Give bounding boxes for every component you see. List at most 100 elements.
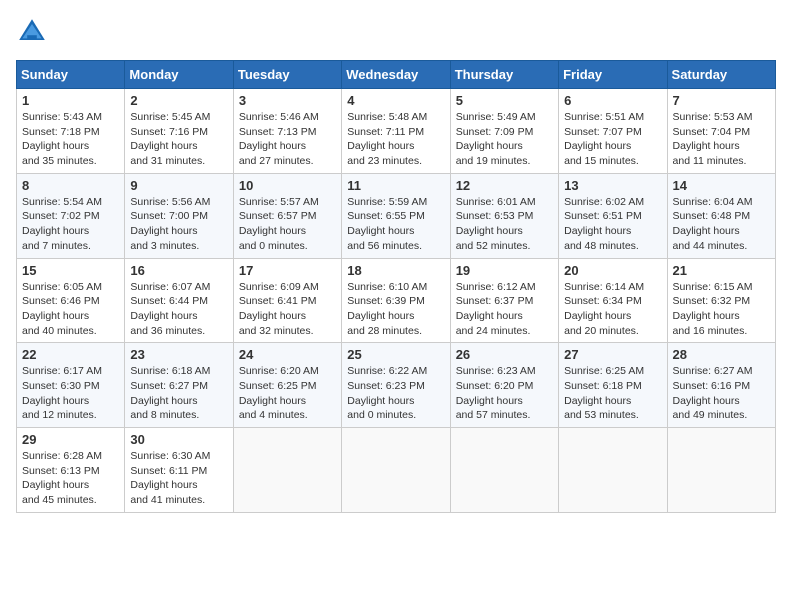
day-info: Sunrise: 6:07 AMSunset: 6:44 PMDaylight … bbox=[130, 281, 210, 337]
calendar-cell: 13 Sunrise: 6:02 AMSunset: 6:51 PMDayligh… bbox=[559, 173, 667, 258]
day-number: 9 bbox=[130, 178, 227, 193]
day-number: 25 bbox=[347, 347, 444, 362]
day-number: 4 bbox=[347, 93, 444, 108]
day-info: Sunrise: 6:27 AMSunset: 6:16 PMDaylight … bbox=[673, 365, 753, 421]
calendar-cell: 21 Sunrise: 6:15 AMSunset: 6:32 PMDayligh… bbox=[667, 258, 775, 343]
calendar-cell: 23 Sunrise: 6:18 AMSunset: 6:27 PMDayligh… bbox=[125, 343, 233, 428]
day-number: 24 bbox=[239, 347, 336, 362]
day-number: 2 bbox=[130, 93, 227, 108]
day-info: Sunrise: 6:30 AMSunset: 6:11 PMDaylight … bbox=[130, 450, 210, 506]
calendar-cell: 2 Sunrise: 5:45 AMSunset: 7:16 PMDaylight… bbox=[125, 89, 233, 174]
day-info: Sunrise: 5:49 AMSunset: 7:09 PMDaylight … bbox=[456, 111, 536, 167]
calendar-cell: 18 Sunrise: 6:10 AMSunset: 6:39 PMDayligh… bbox=[342, 258, 450, 343]
day-number: 19 bbox=[456, 263, 553, 278]
day-info: Sunrise: 6:17 AMSunset: 6:30 PMDaylight … bbox=[22, 365, 102, 421]
day-info: Sunrise: 5:51 AMSunset: 7:07 PMDaylight … bbox=[564, 111, 644, 167]
day-info: Sunrise: 6:09 AMSunset: 6:41 PMDaylight … bbox=[239, 281, 319, 337]
day-info: Sunrise: 6:14 AMSunset: 6:34 PMDaylight … bbox=[564, 281, 644, 337]
day-info: Sunrise: 6:15 AMSunset: 6:32 PMDaylight … bbox=[673, 281, 753, 337]
day-info: Sunrise: 6:01 AMSunset: 6:53 PMDaylight … bbox=[456, 196, 536, 252]
day-number: 10 bbox=[239, 178, 336, 193]
weekday-header: Sunday bbox=[17, 61, 125, 89]
calendar-cell: 4 Sunrise: 5:48 AMSunset: 7:11 PMDaylight… bbox=[342, 89, 450, 174]
day-number: 3 bbox=[239, 93, 336, 108]
calendar-cell: 16Sunrise: 6:07 AMSunset: 6:44 PMDayligh… bbox=[125, 258, 233, 343]
calendar-cell: 14 Sunrise: 6:04 AMSunset: 6:48 PMDayligh… bbox=[667, 173, 775, 258]
calendar-cell: 3 Sunrise: 5:46 AMSunset: 7:13 PMDaylight… bbox=[233, 89, 341, 174]
day-number: 27 bbox=[564, 347, 661, 362]
day-number: 5 bbox=[456, 93, 553, 108]
calendar-cell: 24 Sunrise: 6:20 AMSunset: 6:25 PMDayligh… bbox=[233, 343, 341, 428]
day-info: Sunrise: 5:45 AMSunset: 7:16 PMDaylight … bbox=[130, 111, 210, 167]
day-info: Sunrise: 5:43 AMSunset: 7:18 PMDaylight … bbox=[22, 111, 102, 167]
day-info: Sunrise: 6:18 AMSunset: 6:27 PMDaylight … bbox=[130, 365, 210, 421]
day-number: 28 bbox=[673, 347, 770, 362]
calendar-cell: 17 Sunrise: 6:09 AMSunset: 6:41 PMDayligh… bbox=[233, 258, 341, 343]
logo-icon bbox=[16, 16, 48, 48]
day-info: Sunrise: 6:23 AMSunset: 6:20 PMDaylight … bbox=[456, 365, 536, 421]
day-info: Sunrise: 5:54 AMSunset: 7:02 PMDaylight … bbox=[22, 196, 102, 252]
weekday-header: Saturday bbox=[667, 61, 775, 89]
day-info: Sunrise: 6:04 AMSunset: 6:48 PMDaylight … bbox=[673, 196, 753, 252]
calendar-cell: 12 Sunrise: 6:01 AMSunset: 6:53 PMDayligh… bbox=[450, 173, 558, 258]
day-number: 12 bbox=[456, 178, 553, 193]
calendar-cell: 27 Sunrise: 6:25 AMSunset: 6:18 PMDayligh… bbox=[559, 343, 667, 428]
day-number: 11 bbox=[347, 178, 444, 193]
page-header bbox=[16, 16, 776, 48]
day-info: Sunrise: 5:46 AMSunset: 7:13 PMDaylight … bbox=[239, 111, 319, 167]
calendar-cell: 22 Sunrise: 6:17 AMSunset: 6:30 PMDayligh… bbox=[17, 343, 125, 428]
day-number: 13 bbox=[564, 178, 661, 193]
day-number: 23 bbox=[130, 347, 227, 362]
day-number: 7 bbox=[673, 93, 770, 108]
calendar-table: SundayMondayTuesdayWednesdayThursdayFrid… bbox=[16, 60, 776, 513]
day-number: 22 bbox=[22, 347, 119, 362]
calendar-cell: 15 Sunrise: 6:05 AMSunset: 6:46 PMDayligh… bbox=[17, 258, 125, 343]
day-info: Sunrise: 5:56 AMSunset: 7:00 PMDaylight … bbox=[130, 196, 210, 252]
day-number: 14 bbox=[673, 178, 770, 193]
calendar-cell bbox=[559, 428, 667, 513]
calendar-cell: 25 Sunrise: 6:22 AMSunset: 6:23 PMDayligh… bbox=[342, 343, 450, 428]
calendar-cell: 1 Sunrise: 5:43 AMSunset: 7:18 PMDaylight… bbox=[17, 89, 125, 174]
day-info: Sunrise: 6:12 AMSunset: 6:37 PMDaylight … bbox=[456, 281, 536, 337]
day-info: Sunrise: 6:02 AMSunset: 6:51 PMDaylight … bbox=[564, 196, 644, 252]
day-number: 29 bbox=[22, 432, 119, 447]
day-number: 17 bbox=[239, 263, 336, 278]
day-number: 6 bbox=[564, 93, 661, 108]
calendar-cell: 26 Sunrise: 6:23 AMSunset: 6:20 PMDayligh… bbox=[450, 343, 558, 428]
calendar-cell: 7 Sunrise: 5:53 AMSunset: 7:04 PMDaylight… bbox=[667, 89, 775, 174]
calendar-cell: 5 Sunrise: 5:49 AMSunset: 7:09 PMDaylight… bbox=[450, 89, 558, 174]
weekday-header: Wednesday bbox=[342, 61, 450, 89]
logo bbox=[16, 16, 52, 48]
day-number: 30 bbox=[130, 432, 227, 447]
calendar-cell: 9 Sunrise: 5:56 AMSunset: 7:00 PMDaylight… bbox=[125, 173, 233, 258]
day-info: Sunrise: 5:59 AMSunset: 6:55 PMDaylight … bbox=[347, 196, 427, 252]
calendar-cell: 20Sunrise: 6:14 AMSunset: 6:34 PMDayligh… bbox=[559, 258, 667, 343]
calendar-cell: 10 Sunrise: 5:57 AMSunset: 6:57 PMDayligh… bbox=[233, 173, 341, 258]
weekday-header: Thursday bbox=[450, 61, 558, 89]
weekday-header: Tuesday bbox=[233, 61, 341, 89]
day-info: Sunrise: 5:57 AMSunset: 6:57 PMDaylight … bbox=[239, 196, 319, 252]
day-info: Sunrise: 5:53 AMSunset: 7:04 PMDaylight … bbox=[673, 111, 753, 167]
calendar-cell: 30 Sunrise: 6:30 AMSunset: 6:11 PMDayligh… bbox=[125, 428, 233, 513]
calendar-cell bbox=[667, 428, 775, 513]
calendar-cell: 11 Sunrise: 5:59 AMSunset: 6:55 PMDayligh… bbox=[342, 173, 450, 258]
day-info: Sunrise: 5:48 AMSunset: 7:11 PMDaylight … bbox=[347, 111, 427, 167]
weekday-header: Monday bbox=[125, 61, 233, 89]
day-number: 8 bbox=[22, 178, 119, 193]
day-number: 15 bbox=[22, 263, 119, 278]
day-info: Sunrise: 6:25 AMSunset: 6:18 PMDaylight … bbox=[564, 365, 644, 421]
day-number: 18 bbox=[347, 263, 444, 278]
day-info: Sunrise: 6:22 AMSunset: 6:23 PMDaylight … bbox=[347, 365, 427, 421]
day-number: 21 bbox=[673, 263, 770, 278]
day-number: 1 bbox=[22, 93, 119, 108]
calendar-cell bbox=[342, 428, 450, 513]
day-info: Sunrise: 6:05 AMSunset: 6:46 PMDaylight … bbox=[22, 281, 102, 337]
calendar-cell: 6 Sunrise: 5:51 AMSunset: 7:07 PMDaylight… bbox=[559, 89, 667, 174]
day-info: Sunrise: 6:10 AMSunset: 6:39 PMDaylight … bbox=[347, 281, 427, 337]
weekday-header: Friday bbox=[559, 61, 667, 89]
day-number: 26 bbox=[456, 347, 553, 362]
calendar-cell: 19 Sunrise: 6:12 AMSunset: 6:37 PMDayligh… bbox=[450, 258, 558, 343]
day-info: Sunrise: 6:20 AMSunset: 6:25 PMDaylight … bbox=[239, 365, 319, 421]
calendar-cell bbox=[233, 428, 341, 513]
calendar-cell: 28 Sunrise: 6:27 AMSunset: 6:16 PMDayligh… bbox=[667, 343, 775, 428]
